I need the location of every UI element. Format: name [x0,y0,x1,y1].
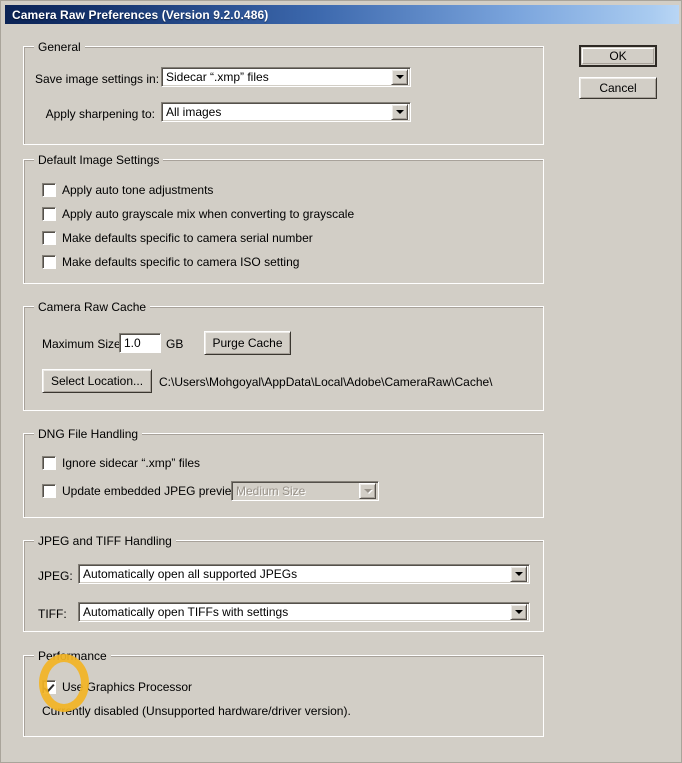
group-camera-raw-cache-legend: Camera Raw Cache [34,300,151,314]
jpeg-label: JPEG: [38,569,73,583]
maximum-size-unit: GB [166,337,184,351]
save-image-settings-value: Sidecar “.xmp” files [166,70,269,84]
preview-size-dropdown: Medium Size [231,481,379,501]
gpu-status-text: Currently disabled (Unsupported hardware… [42,704,351,718]
chevron-down-icon[interactable] [391,69,408,85]
preview-size-value: Medium Size [236,484,306,498]
jpeg-handling-dropdown[interactable]: Automatically open all supported JPEGs [78,564,530,584]
apply-sharpening-dropdown[interactable]: All images [161,102,411,122]
select-location-button[interactable]: Select Location... [42,369,152,393]
ok-button-label: OK [609,49,627,63]
group-dng-file-handling-legend: DNG File Handling [34,427,143,441]
title-bar: Camera Raw Preferences (Version 9.2.0.48… [5,5,679,24]
maximum-size-label: Maximum Size: [42,337,125,351]
purge-cache-button[interactable]: Purge Cache [204,331,291,355]
cancel-button-label: Cancel [599,81,637,95]
group-camera-raw-cache: Camera Raw Cache [23,300,544,411]
purge-cache-button-label: Purge Cache [212,336,283,350]
group-default-image-settings-legend: Default Image Settings [34,153,164,167]
checkbox-label: Update embedded JPEG previews: [62,484,250,498]
apply-sharpening-label: Apply sharpening to: [45,107,155,121]
window-title: Camera Raw Preferences (Version 9.2.0.48… [12,7,269,22]
checkbox-label: Make defaults specific to camera ISO set… [62,255,300,269]
tiff-handling-value: Automatically open TIFFs with settings [83,605,289,619]
jpeg-handling-value: Automatically open all supported JPEGs [83,567,298,581]
tiff-label: TIFF: [38,607,67,621]
checkbox-icon[interactable] [42,680,56,694]
checkbox-icon[interactable] [42,484,56,498]
checkbox-icon[interactable] [42,231,56,245]
ok-button[interactable]: OK [579,45,657,67]
cache-path-text: C:\Users\Mohgoyal\AppData\Local\Adobe\Ca… [159,375,493,389]
group-general: General [23,40,544,145]
checkbox-label: Apply auto grayscale mix when converting… [62,207,355,221]
chevron-down-icon[interactable] [510,604,527,620]
group-jpeg-tiff-handling-legend: JPEG and TIFF Handling [34,534,176,548]
checkbox-defaults-camera-iso[interactable]: Make defaults specific to camera ISO set… [42,255,299,269]
checkbox-label: Use Graphics Processor [62,680,193,694]
checkbox-use-graphics-processor[interactable]: Use Graphics Processor [42,680,192,694]
checkbox-apply-auto-tone[interactable]: Apply auto tone adjustments [42,183,213,197]
checkbox-label: Ignore sidecar “.xmp” files [62,456,201,470]
cancel-button[interactable]: Cancel [579,77,657,99]
checkbox-ignore-sidecar-xmp[interactable]: Ignore sidecar “.xmp” files [42,456,200,470]
chevron-down-icon[interactable] [510,566,527,582]
save-image-settings-label: Save image settings in: [35,72,160,86]
select-location-button-label: Select Location... [50,374,144,388]
group-performance-legend: Performance [34,649,111,663]
chevron-down-icon[interactable] [391,104,408,120]
camera-raw-preferences-dialog: Camera Raw Preferences (Version 9.2.0.48… [0,0,682,763]
group-performance: Performance [23,649,544,737]
group-dng-file-handling: DNG File Handling [23,427,544,518]
save-image-settings-dropdown[interactable]: Sidecar “.xmp” files [161,67,411,87]
maximum-size-value: 1.0 [124,336,141,350]
checkbox-icon[interactable] [42,255,56,269]
maximum-size-input[interactable]: 1.0 [119,333,161,353]
checkbox-label: Apply auto tone adjustments [62,183,214,197]
checkbox-icon[interactable] [42,456,56,470]
checkbox-defaults-camera-serial[interactable]: Make defaults specific to camera serial … [42,231,313,245]
checkbox-icon[interactable] [42,207,56,221]
checkbox-label: Make defaults specific to camera serial … [62,231,313,245]
group-general-legend: General [34,40,85,54]
chevron-down-icon [359,483,376,499]
tiff-handling-dropdown[interactable]: Automatically open TIFFs with settings [78,602,530,622]
checkbox-update-embedded-jpeg-previews[interactable]: Update embedded JPEG previews: [42,484,249,498]
apply-sharpening-value: All images [166,105,222,119]
checkbox-icon[interactable] [42,183,56,197]
checkbox-apply-auto-grayscale-mix[interactable]: Apply auto grayscale mix when converting… [42,207,354,221]
